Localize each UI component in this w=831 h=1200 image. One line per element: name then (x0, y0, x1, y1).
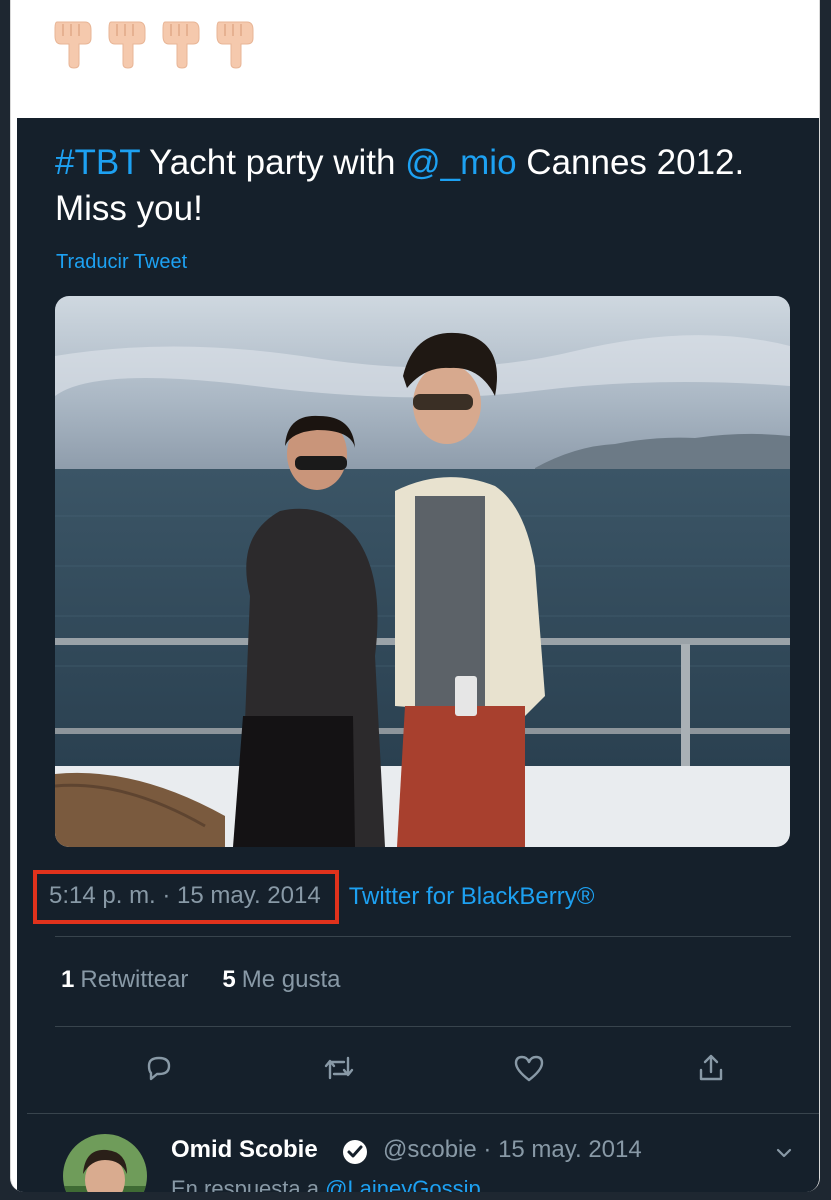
reply-context-mention[interactable]: @LaineyGossip (325, 1176, 481, 1192)
share-icon (699, 1054, 723, 1081)
likes-stat[interactable]: 5 Me gusta (222, 966, 340, 994)
retweets-count: 1 (61, 966, 75, 993)
app-frame: #TBT Yacht party with @_mio Cannes 2012.… (10, 0, 820, 1192)
divider (55, 936, 791, 937)
reply-handle-date[interactable]: @scobie · 15 may. 2014 (383, 1136, 642, 1164)
top-caption-area (11, 0, 819, 118)
tweet-text: #TBT Yacht party with @_mio Cannes 2012.… (55, 140, 775, 232)
source-link[interactable]: Twitter for BlackBerry® (349, 883, 595, 911)
tweet-text-part: Yacht party with (139, 143, 406, 182)
divider (55, 1026, 791, 1027)
timestamp[interactable]: 5:14 p. m. · 15 may. 2014 (33, 870, 339, 924)
hashtag-link[interactable]: #TBT (55, 143, 140, 182)
likes-count: 5 (222, 966, 236, 993)
heart-icon (514, 1055, 544, 1082)
avatar[interactable] (63, 1134, 147, 1192)
pointing-down-hand-icon (108, 21, 146, 69)
retweets-stat[interactable]: 1 Retwittear (61, 966, 188, 994)
mention-link[interactable]: @_mio (405, 143, 516, 182)
reply-context-prefix: En respuesta a (171, 1176, 326, 1192)
chevron-down-icon[interactable] (773, 1142, 795, 1164)
tweet-stats: 1 Retwittear 5 Me gusta (61, 966, 340, 994)
tweet-meta-row: 5:14 p. m. · 15 may. 2014 Twitter for Bl… (33, 867, 793, 927)
reply-author-name[interactable]: Omid Scobie (171, 1136, 318, 1164)
verified-badge-icon (343, 1140, 367, 1164)
reply-tweet[interactable]: Omid Scobie @scobie · 15 may. 2014 En re… (17, 1114, 819, 1192)
reply-icon (147, 1056, 171, 1081)
tweet-card: #TBT Yacht party with @_mio Cannes 2012.… (17, 118, 819, 1192)
pointing-down-hand-icon (216, 21, 254, 69)
pointing-down-hand-icon (162, 21, 200, 69)
like-button[interactable] (509, 1048, 549, 1088)
retweets-label: Retwittear (80, 966, 189, 993)
tweet-actions (17, 1048, 819, 1098)
likes-label: Me gusta (241, 966, 341, 993)
retweet-icon (324, 1056, 354, 1080)
tweet-photo[interactable] (55, 296, 790, 847)
reply-button[interactable] (139, 1048, 179, 1088)
retweet-button[interactable] (319, 1048, 359, 1088)
pointing-down-hand-icon (54, 21, 92, 69)
share-button[interactable] (691, 1048, 731, 1088)
emoji-row (51, 18, 257, 70)
translate-tweet-link[interactable]: Traducir Tweet (56, 251, 187, 274)
reply-context: En respuesta a @LaineyGossip (171, 1176, 481, 1192)
